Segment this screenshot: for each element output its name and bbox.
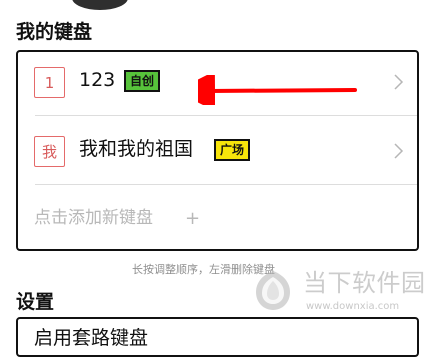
watermark-title: 当下软件园 (303, 269, 426, 297)
watermark-logo-icon (256, 271, 290, 310)
plus-icon: + (185, 208, 201, 229)
keyboard-name: 我和我的祖国 (79, 138, 194, 160)
chevron-right-icon (394, 74, 404, 90)
my-keyboards-title: 我的键盘 (16, 21, 93, 43)
top-notch (72, 0, 128, 10)
keyboard-name: 123 (79, 69, 116, 91)
watermark-url: www.downxia.com (306, 301, 400, 312)
annotation-arrow (198, 75, 357, 105)
add-keyboard-label: 点击添加新键盘 (34, 208, 153, 228)
row-divider (35, 184, 417, 185)
settings-card: 启用套路键盘 (16, 317, 419, 357)
watermark: 当下软件园 www.downxia.com (252, 266, 425, 316)
add-keyboard-row[interactable]: 点击添加新键盘 + (18, 203, 417, 237)
keyboard-row-motherland[interactable]: 我 我和我的祖国 广场 (18, 121, 417, 185)
self-created-tag: 自创 (124, 70, 161, 92)
keyboard-index-badge: 我 (34, 136, 65, 167)
row-divider (35, 115, 417, 116)
enable-keyboard-setting[interactable]: 启用套路键盘 (34, 329, 148, 348)
settings-title: 设置 (16, 291, 55, 313)
chevron-right-icon (394, 143, 404, 159)
square-tag: 广场 (214, 139, 251, 161)
keyboard-index-badge: 1 (34, 67, 65, 98)
